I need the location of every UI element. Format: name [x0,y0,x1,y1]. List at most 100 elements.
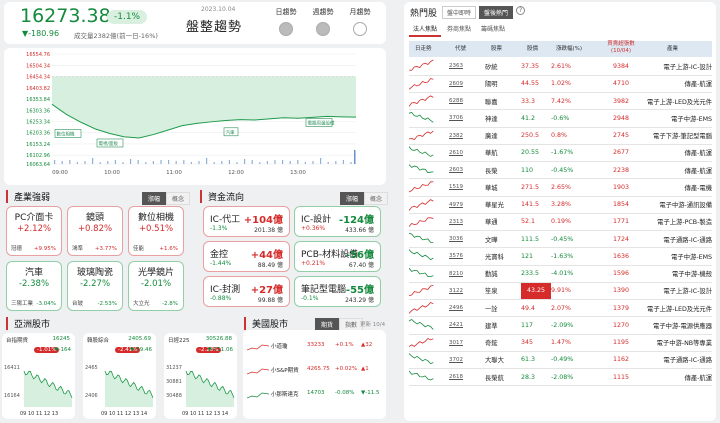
stock-name[interactable]: 華城 [485,178,521,197]
intraday-chart[interactable]: 16554.76 16504.34 16454.34 16403.82 16353.84… [4,48,386,185]
table-row[interactable]: 2363 矽統 37.35 2.61% 9384 電子上游-IC-設計 [408,58,712,76]
stock-name[interactable]: 文曄 [485,230,521,249]
stock-name[interactable]: 華星光 [485,196,521,214]
toggle-concept[interactable]: 概念 [364,192,389,205]
stock-code[interactable]: 3017 [449,334,485,352]
industry-card[interactable]: 鏡頭 +0.82% 鴻準 +3.77% [67,206,123,256]
stock-code[interactable]: 2618 [449,368,485,387]
help-icon[interactable]: ? [516,6,526,15]
col-header[interactable]: 漲跌幅(%) [556,44,582,52]
period-monthly[interactable]: 月趨勢 [344,7,376,36]
capital-card[interactable]: 金控 -1.44% +44億 88.49 億 [203,241,290,272]
stock-name[interactable]: 陽明 [485,75,521,94]
stock-name[interactable]: 笙泉 [485,282,521,301]
tab-broker[interactable]: 券商焦點 [443,22,475,37]
toggle-concept[interactable]: 概念 [166,192,191,205]
table-row[interactable]: 1519 華城 271.5 2.65% 1903 傳產-電機 [408,178,712,197]
stock-name[interactable]: 華通 [485,213,521,232]
toggle-gain[interactable]: 漲幅 [142,192,167,205]
stock-code[interactable]: 2609 [449,75,485,94]
stock-code[interactable]: 2382 [449,127,485,145]
stock-name[interactable]: 光寶科 [485,247,521,266]
stock-code[interactable]: 4979 [449,196,485,214]
table-row[interactable]: 3702 大聯大 61.3 -0.49% 1162 電子通路-IC-通路 [408,351,712,370]
table-row[interactable]: 3576 光寶科 121 -1.63% 1636 電子中游-EMS [408,247,712,266]
industry-card[interactable]: 光學鏡片 -2.01% 大立光 -2.8% [128,261,184,311]
capital-card[interactable]: IC-封測 -0.88% +27億 99.88 億 [203,276,290,307]
us-market-row[interactable]: 小道瓊 33233 +0.1% ▲32 [243,336,386,357]
tab-after-hours[interactable]: 盤後熱門 [479,6,514,19]
tab-intraday[interactable]: 盤中即時 [442,6,477,19]
stock-code[interactable]: 2610 [449,144,485,163]
table-row[interactable]: 6288 聯嘉 33.3 7.42% 3982 電子上游-LED及光元件 [408,92,712,111]
capital-card[interactable]: IC-代工 -1.3% +104億 201.38 億 [203,206,290,237]
asia-market-card[interactable]: 台指期貨 16245 -1.01% ▼-164 16411 16164 09 10 11 1… [2,333,75,419]
stock-code[interactable]: 2363 [449,58,485,76]
stock-code[interactable]: 3702 [449,351,485,370]
chart-annotation[interactable]: 電腦周邊設備 [305,118,335,127]
table-row[interactable]: 4979 華星光 141.5 3.28% 1854 電子中游-通訊設備 [408,196,712,214]
chart-annotation[interactable]: 數位相機 [54,129,82,138]
industry-card[interactable]: 玻璃陶瓷 -2.27% 台玻 -2.53% [67,261,123,311]
capital-card[interactable]: IC-設計 +0.36% -124億 433.66 億 [294,206,381,237]
stock-code[interactable]: 6288 [449,92,485,111]
table-row[interactable]: 8210 勤誠 233.5 -4.01% 1596 電子中游-機殼 [408,265,712,283]
leader-name: 冠德 [11,246,23,252]
chart-annotation[interactable]: 電視/面板 [96,138,124,148]
table-row[interactable]: 3706 神達 41.2 -0.6% 2948 電子中游-EMS [408,109,712,128]
us-market-row[interactable]: 小那斯達克 14703 -0.08% ▼-11.5 [243,384,386,405]
table-row[interactable]: 3017 奇鋐 345 1.47% 1195 電子中游-NB等專業 [408,334,712,352]
industry-card[interactable]: 汽車 -2.38% 三陽工業 -3.04% [6,261,62,311]
stock-name[interactable]: 矽統 [485,58,521,76]
stock-code[interactable]: 2313 [449,213,485,232]
col-header[interactable]: 買賣超張數(10/04) [603,41,639,55]
asia-market-card[interactable]: 韓股綜合 2405.69 -2.41% ▼-59.46 2465 2406 09 10 11… [83,333,156,419]
stock-name[interactable]: 大聯大 [485,351,521,370]
table-row[interactable]: 2610 華航 20.55 -1.67% 2677 傳產-航運 [408,144,712,163]
stock-name[interactable]: 神達 [485,109,521,128]
period-weekly[interactable]: 週趨勢 [307,7,339,36]
table-row[interactable]: 2609 陽明 44.55 1.02% 4710 傳產-航運 [408,75,712,94]
table-row[interactable]: 2618 長榮航 28.3 -2.08% 1115 傳產-航運 [408,368,712,387]
stock-code[interactable]: 1519 [449,178,485,197]
stock-code[interactable]: 3576 [449,247,485,266]
stock-name[interactable]: 華航 [485,144,521,163]
stock-code[interactable]: 8210 [449,265,485,283]
stock-code[interactable]: 2496 [449,299,485,318]
stock-name[interactable]: 勤誠 [485,265,521,283]
stock-price: 345 [521,334,551,352]
period-daily[interactable]: 日趨勢 [270,7,302,36]
stock-name[interactable]: 建準 [485,316,521,335]
stock-name[interactable]: 長榮 [485,161,521,180]
capital-toggle[interactable]: 漲幅 概念 [340,192,389,205]
capital-card[interactable]: PCB-材料設備 +0.21% -56億 67.40 億 [294,241,381,272]
tab-institutional[interactable]: 法人焦點 [409,22,442,37]
leader-pct: +1.6% [159,246,178,252]
stock-code[interactable]: 2603 [449,161,485,180]
table-row[interactable]: 2496 一詮 49.4 2.07% 1379 電子上游-LED及光元件 [408,299,712,318]
stock-code[interactable]: 3122 [449,282,485,301]
table-row[interactable]: 2382 廣達 250.5 0.8% 2745 電子下游-筆記型電腦 [408,127,712,145]
stock-name[interactable]: 聯嘉 [485,92,521,111]
industry-toggle[interactable]: 漲幅 概念 [142,192,191,205]
us-market-row[interactable]: 小S&P期貨 4265.75 +0.02% ▲1 [243,360,386,381]
asia-market-card[interactable]: 日經225 30526.88 -2.28% ▼-711.06 31237 30881 304… [164,333,237,419]
table-row[interactable]: 2421 建準 117 -2.09% 1270 電子中游-電源供應器 [408,316,712,335]
stock-code[interactable]: 3036 [449,230,485,249]
tab-chips[interactable]: 籌碼焦點 [477,22,509,37]
stock-name[interactable]: 奇鋐 [485,334,521,352]
stock-code[interactable]: 2421 [449,316,485,335]
table-row[interactable]: 2603 長榮 110 -0.45% 2238 傳產-航運 [408,161,712,180]
table-row[interactable]: 2313 華通 52.1 0.19% 1771 電子上游-PCB-製造 [408,213,712,232]
capital-card[interactable]: 筆記型電腦 -0.1% -55億 243.29 億 [294,276,381,307]
stock-name[interactable]: 廣達 [485,127,521,145]
stock-name[interactable]: 長榮航 [485,368,521,387]
stock-name[interactable]: 一詮 [485,299,521,318]
table-row[interactable]: 3122 笙泉 43.25 9.91% 1390 電子上游-IC-設計 [408,282,712,301]
stock-code[interactable]: 3706 [449,109,485,128]
chart-annotation[interactable]: 汽車 [223,127,239,137]
industry-card[interactable]: 數位相機 +0.51% 佳能 +1.6% [128,206,184,256]
industry-card[interactable]: PC介面卡 +2.12% 冠德 +9.95% [6,206,62,256]
table-row[interactable]: 3036 文曄 111.5 -0.45% 1724 電子通路-IC-通路 [408,230,712,249]
toggle-gain[interactable]: 漲幅 [340,192,365,205]
